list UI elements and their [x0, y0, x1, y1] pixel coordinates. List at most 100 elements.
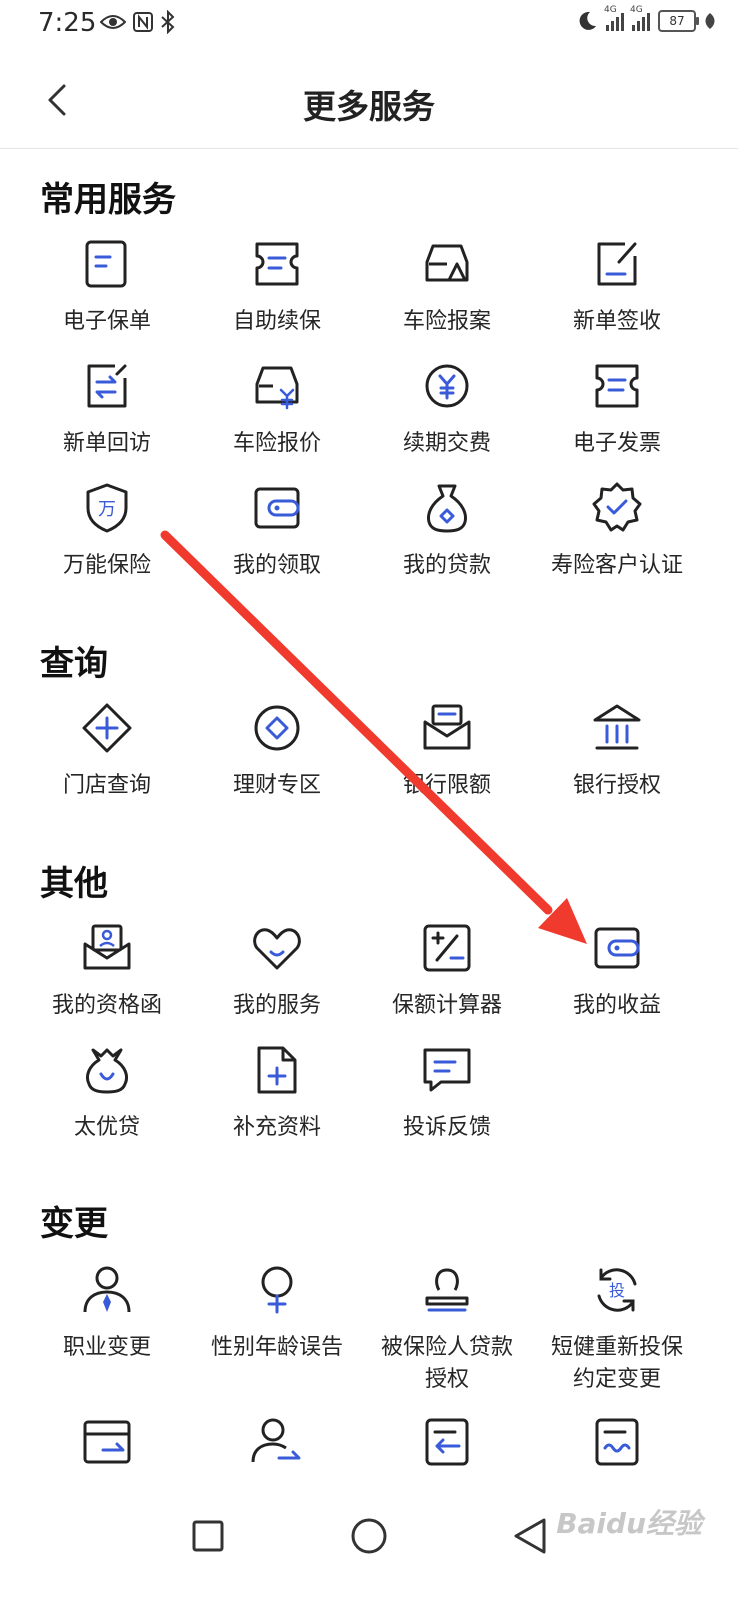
svg-text:投: 投 [609, 1281, 625, 1300]
service-label: 续期交费 [402, 431, 491, 456]
service-item[interactable]: 寿险客户认证 [527, 480, 707, 582]
service-item[interactable]: 投诉反馈 [357, 1042, 537, 1144]
document-return-icon [425, 1418, 469, 1466]
signal-icon: 4G [604, 5, 624, 31]
status-left-icons [100, 10, 176, 34]
bank-icon [593, 704, 641, 750]
service-label: 新单签收 [572, 309, 661, 334]
moon-icon [579, 11, 596, 30]
person-transfer-icon [251, 1418, 301, 1463]
calculator-icon [423, 924, 471, 972]
service-label: 被保险人贷款 授权 [380, 1335, 513, 1392]
service-label: 门店查询 [62, 773, 151, 798]
wallet-icon [254, 487, 300, 529]
shield-icon: 万 [86, 483, 128, 533]
service-item[interactable]: 新单回访 [17, 358, 197, 460]
service-item[interactable]: 我的收益 [527, 920, 707, 1022]
service-item[interactable]: 我的领取 [187, 480, 367, 582]
service-item[interactable]: 新单签收 [527, 236, 707, 338]
stamp-icon [425, 1268, 469, 1312]
service-item[interactable] [527, 1414, 707, 1484]
certificate-icon [83, 924, 131, 970]
service-label: 保额计算器 [391, 993, 502, 1018]
service-label: 车险报价 [232, 431, 321, 456]
section-title-other: 其他 [40, 864, 108, 904]
service-item[interactable]: 保额计算器 [357, 920, 537, 1022]
service-label: 我的资格函 [51, 993, 162, 1018]
service-label: 我的贷款 [402, 553, 491, 578]
document-icon [85, 240, 127, 288]
gender-icon [261, 1266, 293, 1314]
add-file-icon [257, 1046, 297, 1094]
service-label: 性别年龄误告 [210, 1335, 343, 1360]
service-item[interactable]: 银行授权 [527, 700, 707, 802]
page-title: 更多服务 [303, 87, 435, 126]
service-label: 电子保单 [62, 309, 151, 334]
service-label: 补充资料 [232, 1115, 321, 1140]
service-item[interactable]: 职业变更 [17, 1262, 197, 1364]
service-item[interactable] [17, 1414, 197, 1484]
back-nav-icon[interactable] [500, 1506, 560, 1566]
service-label: 理财专区 [232, 773, 321, 798]
service-label: 短健重新投保 约定变更 [550, 1335, 683, 1392]
verified-badge-icon [592, 482, 642, 532]
service-item[interactable]: 太优贷 [17, 1042, 197, 1144]
service-label: 万能保险 [62, 553, 151, 578]
service-item[interactable]: 门店查询 [17, 700, 197, 802]
service-item[interactable] [187, 1414, 367, 1484]
watermark: Baidu经验 [556, 1507, 702, 1540]
car-price-icon [255, 366, 299, 410]
service-label: 我的服务 [232, 993, 321, 1018]
service-label: 自助续保 [232, 309, 321, 334]
service-item[interactable]: 续期交费 [357, 358, 537, 460]
exchange-icon [87, 364, 127, 408]
service-label: 我的领取 [232, 553, 321, 578]
recent-apps-icon[interactable] [178, 1506, 238, 1566]
service-label: 车险报案 [402, 309, 491, 334]
eye-icon [100, 15, 126, 29]
mail-card-icon [423, 704, 471, 750]
service-item[interactable]: 性别年龄误告 [187, 1262, 367, 1364]
service-label: 新单回访 [62, 431, 151, 456]
service-item[interactable]: 银行限额 [357, 700, 537, 802]
chat-icon [423, 1048, 471, 1092]
service-item[interactable] [357, 1414, 537, 1484]
service-item[interactable]: 我的服务 [187, 920, 367, 1022]
service-label: 寿险客户认证 [550, 553, 683, 578]
signal-icon: 4G [630, 5, 650, 31]
service-item[interactable]: 电子发票 [527, 358, 707, 460]
service-item[interactable]: 电子保单 [17, 236, 197, 338]
diamond-icon [254, 705, 300, 751]
money-bag-icon [85, 1048, 129, 1094]
service-label: 我的收益 [572, 993, 661, 1018]
store-location-icon [82, 703, 132, 753]
status-right-icons: 4G 4G 87 [576, 5, 716, 32]
card-transfer-icon [83, 1420, 131, 1464]
wallet-icon [594, 927, 640, 969]
service-label: 电子发票 [572, 431, 661, 456]
service-item[interactable]: 补充资料 [187, 1042, 367, 1144]
car-alert-icon [425, 244, 469, 282]
document-sign-icon [595, 1418, 639, 1466]
service-item[interactable]: 理财专区 [187, 700, 367, 802]
service-item[interactable]: 我的资格函 [17, 920, 197, 1022]
bluetooth-icon [161, 10, 175, 34]
service-item[interactable]: 万 万能保险 [17, 480, 197, 582]
service-item[interactable]: 自助续保 [187, 236, 367, 338]
service-label: 银行授权 [572, 773, 661, 798]
service-item[interactable]: 投 短健重新投保 约定变更 [527, 1262, 707, 1396]
sign-document-icon [597, 242, 637, 286]
service-label: 太优贷 [73, 1115, 140, 1140]
invoice-icon [595, 364, 639, 408]
leaf-icon [705, 13, 715, 29]
section-title-change: 变更 [40, 1204, 108, 1244]
service-item[interactable]: 车险报价 [187, 358, 367, 460]
money-bag-icon [427, 484, 467, 533]
refresh-invest-icon: 投 [597, 1268, 637, 1312]
home-icon[interactable] [339, 1506, 399, 1566]
battery-icon: 87 [658, 10, 699, 32]
page-header: 更多服务 [0, 52, 738, 149]
service-item[interactable]: 被保险人贷款 授权 [357, 1262, 537, 1396]
service-item[interactable]: 我的贷款 [357, 480, 537, 582]
service-item[interactable]: 车险报案 [357, 236, 537, 338]
